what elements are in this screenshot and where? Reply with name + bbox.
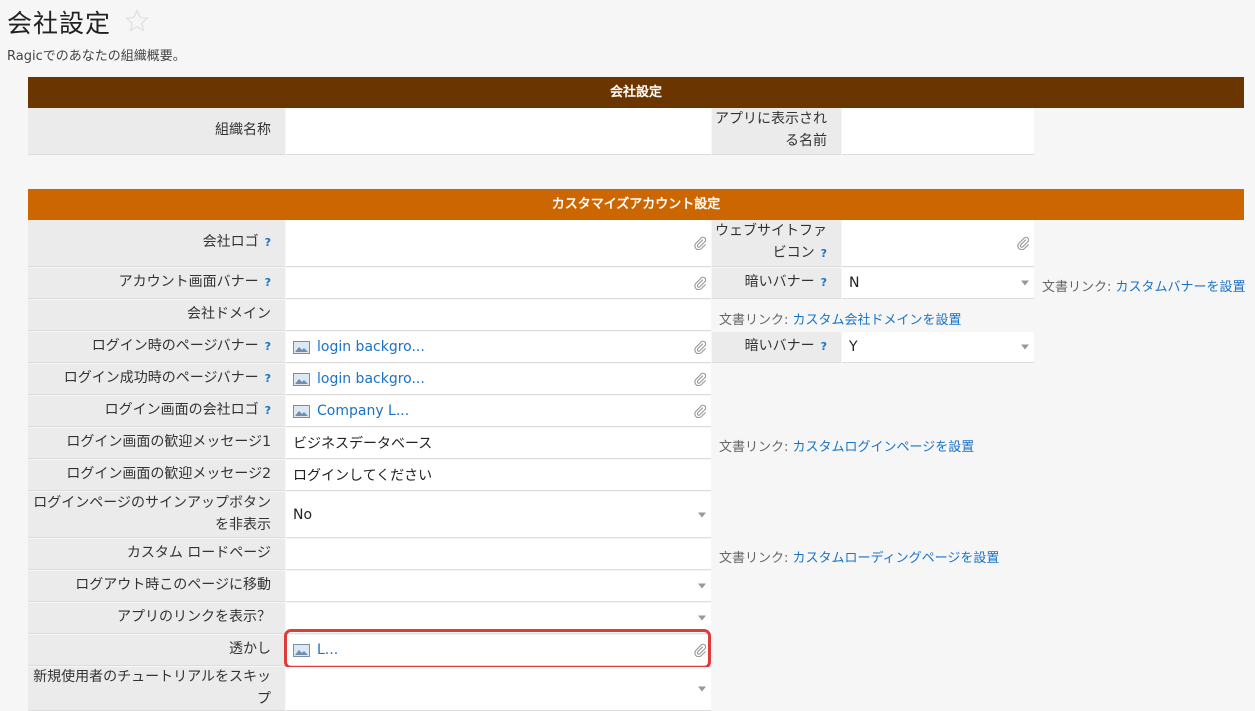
chevron-down-icon[interactable] [698, 686, 706, 691]
company-domain-label: 会社ドメイン [28, 300, 285, 331]
help-icon[interactable]: ? [265, 338, 271, 355]
image-file-icon [293, 372, 310, 386]
login-banner-file-link[interactable]: login backgro... [317, 339, 425, 355]
org-name-field[interactable] [286, 108, 711, 155]
doclink-banner: 文書リンク: カスタムバナーを設置 [1042, 280, 1246, 295]
logout-redirect-label: ログアウト時このページに移動 [28, 571, 285, 602]
help-icon[interactable]: ? [265, 370, 271, 387]
image-file-icon [293, 340, 310, 354]
custom-domain-link[interactable]: カスタム会社ドメインを設置 [793, 313, 962, 328]
hide-signup-value: No [293, 506, 313, 523]
help-icon[interactable]: ? [265, 234, 271, 251]
chevron-down-icon[interactable] [698, 512, 706, 517]
favicon-label: ウェブサイトファビコン? [712, 220, 841, 267]
hide-signup-label: ログインページのサインアップボタンを非表示 [28, 492, 285, 538]
dark-banner-select[interactable]: N [842, 268, 1034, 299]
dark-banner-value: N [849, 275, 860, 291]
chevron-down-icon[interactable] [698, 583, 706, 589]
help-icon[interactable]: ? [821, 338, 827, 355]
watermark-highlight-box [284, 629, 711, 669]
login-success-banner-file-link[interactable]: login backgro... [317, 371, 425, 387]
welcome-message2-label: ログイン画面の歓迎メッセージ2 [28, 460, 285, 491]
section-header-custom-account: カスタマイズアカウント設定 [28, 189, 1244, 220]
skip-tutorial-select[interactable] [286, 667, 711, 711]
account-banner-label: アカウント画面バナー? [28, 268, 285, 299]
section-header-company: 会社設定 [28, 77, 1244, 108]
dark-banner-label: 暗いバナー? [712, 268, 841, 299]
page-subtitle: Ragicでのあなたの組織概要。 [7, 49, 186, 64]
favicon-field[interactable] [842, 220, 1034, 267]
login-banner-label: ログイン時のページバナー? [28, 332, 285, 363]
doclink-loading: 文書リンク: カスタムローディングページを設置 [719, 551, 1000, 566]
company-domain-field[interactable] [286, 300, 711, 331]
account-banner-field[interactable] [286, 268, 711, 299]
dark-banner2-select[interactable]: Y [842, 332, 1034, 363]
login-banner-field[interactable]: login backgro... [286, 332, 711, 363]
org-name-label: 組織名称 [28, 108, 285, 155]
paperclip-icon[interactable] [693, 372, 707, 386]
paperclip-icon[interactable] [693, 276, 707, 290]
chevron-down-icon[interactable] [698, 615, 706, 621]
custom-banner-link[interactable]: カスタムバナーを設置 [1116, 280, 1246, 295]
custom-load-page-label: カスタム ロードページ [28, 539, 285, 570]
company-logo-field[interactable] [286, 220, 711, 267]
logout-redirect-select[interactable] [286, 571, 711, 602]
doclink-login: 文書リンク: カスタムログインページを設置 [719, 440, 975, 455]
welcome-message1-field[interactable]: ビジネスデータベース [286, 428, 711, 459]
welcome-message2-field[interactable]: ログインしてください [286, 460, 711, 491]
show-app-link-label: アプリのリンクを表示？ [28, 603, 285, 634]
dark-banner2-value: Y [849, 339, 858, 355]
help-icon[interactable]: ? [265, 402, 271, 419]
paperclip-icon[interactable] [1016, 236, 1030, 250]
help-icon[interactable]: ? [821, 247, 827, 260]
custom-load-page-field[interactable] [286, 539, 711, 570]
doclink-domain: 文書リンク: カスタム会社ドメインを設置 [719, 313, 962, 328]
help-icon[interactable]: ? [821, 274, 827, 291]
app-name-field[interactable] [842, 108, 1034, 155]
help-icon[interactable]: ? [265, 274, 271, 291]
login-company-logo-field[interactable]: Company L... [286, 396, 711, 427]
star-icon[interactable] [124, 8, 150, 34]
chevron-down-icon[interactable] [1021, 344, 1029, 350]
chevron-down-icon[interactable] [1021, 280, 1029, 286]
image-file-icon [293, 404, 310, 418]
custom-login-page-link[interactable]: カスタムログインページを設置 [793, 440, 975, 455]
skip-tutorial-label: 新規使用者のチュートリアルをスキップ [28, 667, 285, 711]
hide-signup-select[interactable]: No [286, 492, 711, 538]
login-success-banner-field[interactable]: login backgro... [286, 364, 711, 395]
paperclip-icon[interactable] [693, 340, 707, 354]
login-success-banner-label: ログイン成功時のページバナー? [28, 364, 285, 395]
app-name-label: アプリに表示される名前 [712, 108, 841, 155]
login-company-logo-label: ログイン画面の会社ロゴ? [28, 396, 285, 427]
company-logo-label: 会社ロゴ? [28, 220, 285, 267]
login-company-logo-file-link[interactable]: Company L... [317, 403, 409, 419]
custom-loading-page-link[interactable]: カスタムローディングページを設置 [793, 551, 1000, 566]
welcome-message1-label: ログイン画面の歓迎メッセージ1 [28, 428, 285, 459]
paperclip-icon[interactable] [693, 236, 707, 250]
paperclip-icon[interactable] [693, 404, 707, 418]
dark-banner2-label: 暗いバナー? [712, 332, 841, 363]
page-title: 会社設定 [7, 9, 112, 38]
watermark-label: 透かし [28, 635, 285, 666]
